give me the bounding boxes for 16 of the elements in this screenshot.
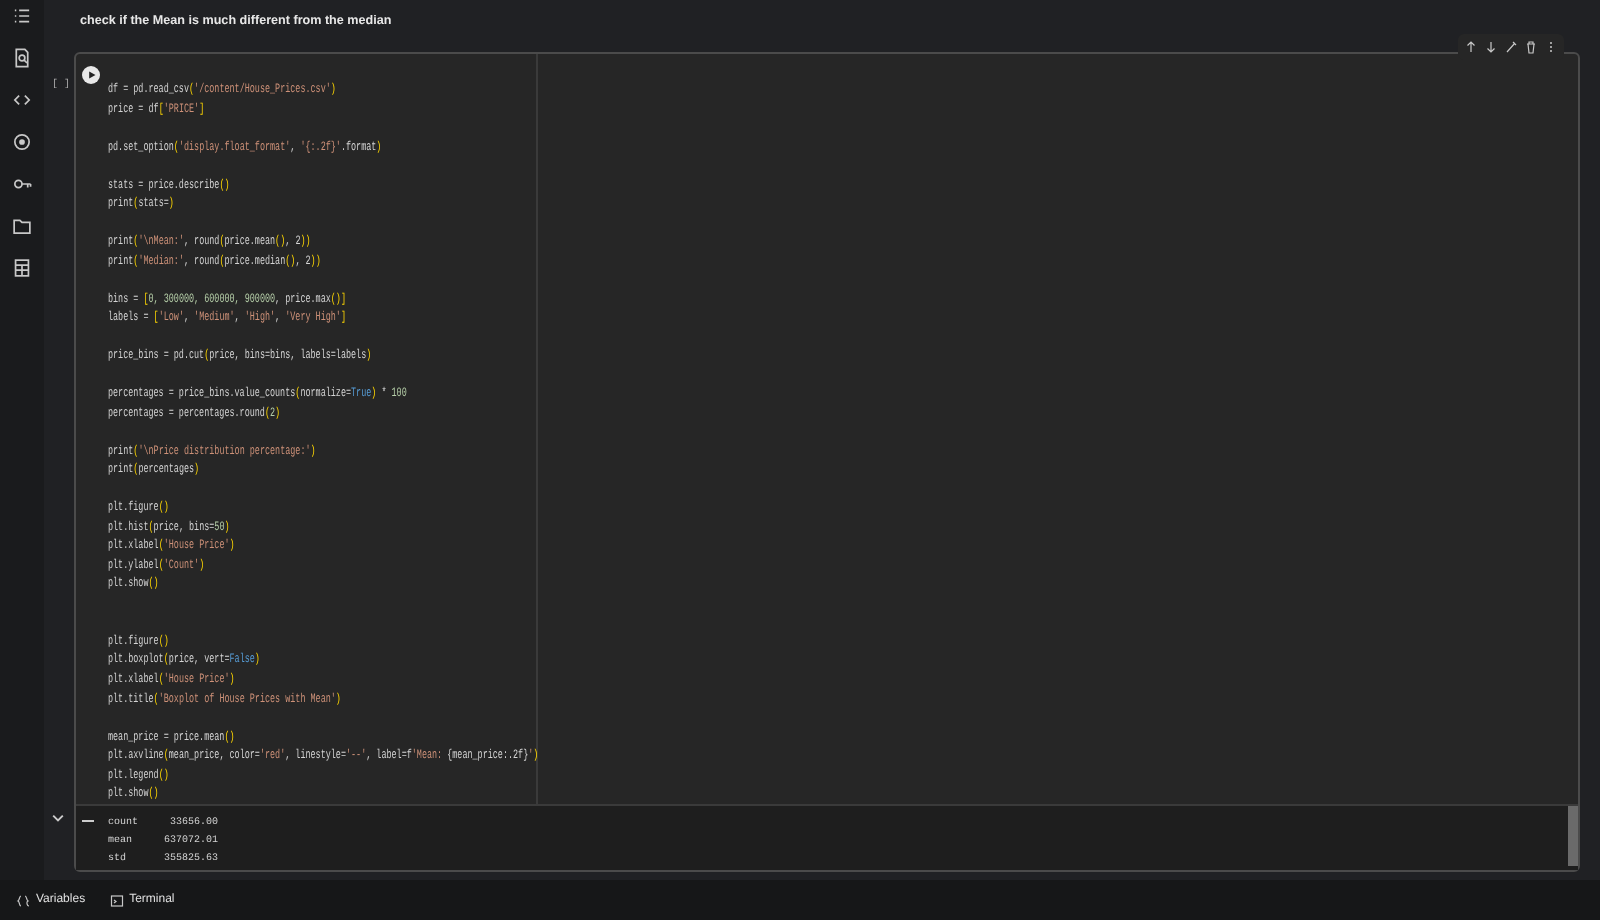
folder-icon[interactable]	[12, 216, 32, 236]
collapse-chevron-icon[interactable]	[52, 811, 64, 824]
scrollbar[interactable]	[1568, 805, 1578, 866]
terminal-icon	[109, 893, 124, 907]
target-icon[interactable]	[12, 132, 32, 152]
pen-icon[interactable]	[1504, 40, 1518, 54]
document-search-icon[interactable]	[12, 48, 32, 68]
run-button[interactable]	[80, 64, 102, 86]
braces-icon	[16, 893, 30, 907]
list-icon[interactable]	[12, 6, 32, 26]
key-icon[interactable]	[12, 174, 32, 194]
arrow-up-icon[interactable]	[1464, 40, 1478, 54]
code-icon[interactable]	[12, 90, 32, 110]
trash-icon[interactable]	[1524, 40, 1538, 54]
table-icon[interactable]	[12, 258, 32, 278]
arrow-down-icon[interactable]	[1484, 40, 1498, 54]
